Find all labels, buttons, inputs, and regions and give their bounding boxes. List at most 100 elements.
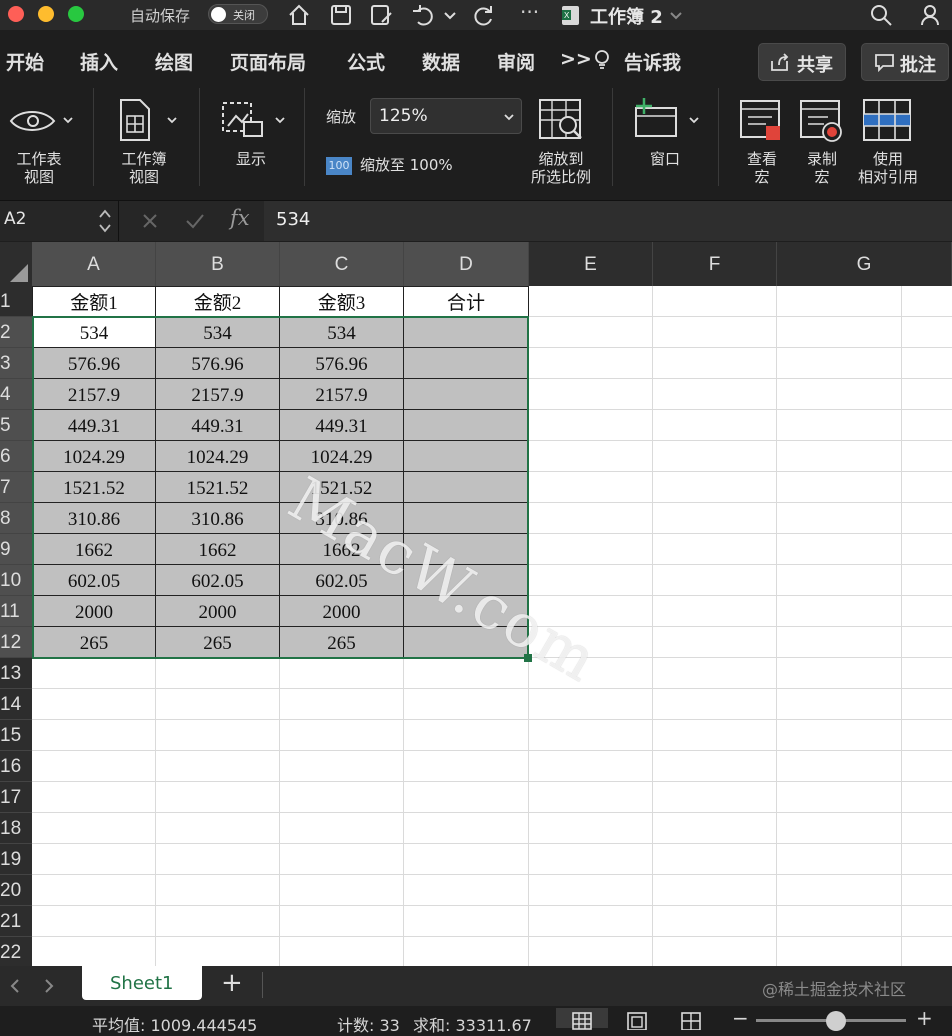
record-macro-button[interactable]: 录制 宏 (794, 98, 850, 190)
table-cell[interactable]: 534 (280, 317, 404, 348)
row-header-4[interactable]: 4 (0, 379, 32, 410)
tab-page-layout[interactable]: 页面布局 (230, 48, 306, 75)
window-button[interactable]: 窗口 (628, 98, 704, 190)
worksheet-view-button[interactable]: 工作表 视图 (4, 98, 84, 190)
scroll-sheets-right-icon[interactable] (42, 978, 56, 994)
row-header-15[interactable]: 15 (0, 720, 32, 751)
row-header-1[interactable]: 1 (0, 286, 32, 317)
table-cell[interactable]: 449.31 (280, 410, 404, 441)
undo-dropdown-icon[interactable] (442, 2, 458, 28)
row-header-19[interactable]: 19 (0, 844, 32, 875)
page-layout-view-icon[interactable] (626, 1012, 648, 1030)
scroll-sheets-left-icon[interactable] (8, 978, 22, 994)
table-cell[interactable]: 449.31 (32, 410, 156, 441)
column-header-A[interactable]: A (32, 242, 156, 286)
row-header-2[interactable]: 2 (0, 317, 32, 348)
table-cell[interactable] (404, 317, 529, 348)
row-header-9[interactable]: 9 (0, 534, 32, 565)
tab-data[interactable]: 数据 (422, 48, 460, 75)
table-cell[interactable] (404, 348, 529, 379)
table-cell[interactable]: 2000 (32, 596, 156, 627)
row-header-5[interactable]: 5 (0, 410, 32, 441)
close-window-button[interactable] (8, 6, 24, 22)
insert-function-button[interactable]: fx (230, 206, 250, 230)
table-cell[interactable]: 1521.52 (156, 472, 280, 503)
tell-me-search[interactable]: 告诉我 (624, 48, 681, 75)
zoom-select[interactable]: 125% (370, 98, 522, 134)
workbook-view-button[interactable]: 工作簿 视图 (108, 98, 188, 190)
table-cell[interactable]: 2157.9 (156, 379, 280, 410)
header-cell[interactable]: 金额2 (156, 286, 280, 317)
table-cell[interactable]: 576.96 (32, 348, 156, 379)
autosave-toggle[interactable]: 关闭 (208, 4, 268, 24)
table-cell[interactable]: 2157.9 (280, 379, 404, 410)
row-header-7[interactable]: 7 (0, 472, 32, 503)
tab-home[interactable]: 开始 (6, 48, 44, 75)
column-header-C[interactable]: C (280, 242, 404, 286)
table-cell[interactable]: 1024.29 (280, 441, 404, 472)
cancel-icon[interactable] (140, 211, 160, 231)
zoom-to-100-button[interactable]: 100 缩放至 100% (326, 156, 466, 178)
tab-insert[interactable]: 插入 (80, 48, 118, 75)
header-cell[interactable]: 金额1 (32, 286, 156, 317)
column-header-B[interactable]: B (156, 242, 280, 286)
tab-review[interactable]: 审阅 (497, 48, 535, 75)
row-header-18[interactable]: 18 (0, 813, 32, 844)
table-cell[interactable]: 576.96 (280, 348, 404, 379)
comments-button[interactable]: 批注 (861, 43, 949, 81)
table-cell[interactable]: 265 (280, 627, 404, 658)
minimize-window-button[interactable] (38, 6, 54, 22)
column-header-D[interactable]: D (404, 242, 529, 286)
relative-references-button[interactable]: 使用 相对引用 (854, 98, 924, 190)
redo-icon[interactable] (470, 2, 496, 28)
row-header-10[interactable]: 10 (0, 565, 32, 596)
column-header-F[interactable]: F (653, 242, 777, 286)
formula-input[interactable]: 534 (264, 201, 952, 241)
row-header-16[interactable]: 16 (0, 751, 32, 782)
header-cell[interactable]: 金额3 (280, 286, 404, 317)
normal-view-button[interactable] (556, 1008, 608, 1030)
table-cell[interactable] (404, 472, 529, 503)
table-cell[interactable]: 1662 (156, 534, 280, 565)
table-cell[interactable]: 265 (32, 627, 156, 658)
row-header-14[interactable]: 14 (0, 689, 32, 720)
undo-icon[interactable] (410, 2, 436, 28)
enter-check-icon[interactable] (184, 211, 206, 231)
table-cell[interactable]: 2000 (280, 596, 404, 627)
table-cell[interactable]: 449.31 (156, 410, 280, 441)
header-cell[interactable]: 合计 (404, 286, 529, 317)
table-cell[interactable]: 1024.29 (156, 441, 280, 472)
table-cell[interactable]: 576.96 (156, 348, 280, 379)
active-cell[interactable]: 534 (32, 317, 156, 348)
home-icon[interactable] (286, 2, 312, 28)
zoom-slider-thumb[interactable] (826, 1011, 846, 1031)
row-header-6[interactable]: 6 (0, 441, 32, 472)
row-header-22[interactable]: 22 (0, 937, 32, 968)
save-icon[interactable] (328, 2, 354, 28)
row-header-11[interactable]: 11 (0, 596, 32, 627)
search-icon[interactable] (868, 2, 894, 28)
share-button[interactable]: 共享 (758, 43, 846, 81)
row-header-17[interactable]: 17 (0, 782, 32, 813)
view-macros-button[interactable]: 查看 宏 (734, 98, 790, 190)
row-header-8[interactable]: 8 (0, 503, 32, 534)
name-box-stepper-icon[interactable] (98, 207, 112, 235)
table-cell[interactable]: 1662 (32, 534, 156, 565)
more-commands-icon[interactable]: ··· (520, 0, 539, 24)
column-header-E[interactable]: E (529, 242, 653, 286)
zoom-in-button[interactable]: + (916, 1006, 933, 1030)
tab-formulas[interactable]: 公式 (347, 48, 385, 75)
table-cell[interactable]: 602.05 (156, 565, 280, 596)
title-chevron-down-icon[interactable] (668, 2, 684, 28)
row-header-3[interactable]: 3 (0, 348, 32, 379)
account-icon[interactable] (918, 2, 944, 28)
table-cell[interactable]: 310.86 (32, 503, 156, 534)
table-cell[interactable]: 265 (156, 627, 280, 658)
zoom-to-selection-button[interactable]: 缩放到 所选比例 (524, 98, 600, 190)
table-cell[interactable] (404, 441, 529, 472)
sheet-tab-sheet1[interactable]: Sheet1 (82, 966, 202, 1000)
row-header-21[interactable]: 21 (0, 906, 32, 937)
zoom-window-button[interactable] (68, 6, 84, 22)
table-cell[interactable] (404, 410, 529, 441)
table-cell[interactable]: 2000 (156, 596, 280, 627)
